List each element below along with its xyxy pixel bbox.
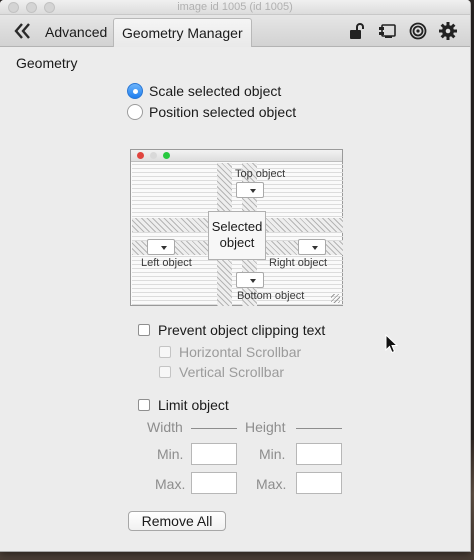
zoom-window-button[interactable] [44, 2, 55, 13]
limit-object-checkbox[interactable] [138, 399, 150, 411]
toolbar: Advanced Geometry Manager [0, 15, 470, 47]
radio-label-position: Position selected object [149, 104, 297, 120]
radio-button-selected[interactable] [127, 83, 143, 99]
top-object-popup[interactable] [236, 182, 264, 198]
display-icon[interactable] [377, 21, 397, 41]
height-min-field[interactable] [296, 443, 342, 465]
bottom-object-popup[interactable] [236, 272, 264, 288]
width-min-field[interactable] [191, 443, 237, 465]
anchor-diagram: Top object Left object Right object Bott… [130, 149, 343, 306]
mini-zoom-dot [163, 152, 170, 159]
top-object-label: Top object [235, 168, 286, 180]
width-min-label: Min. [157, 446, 184, 462]
vertical-scrollbar-checkbox-row[interactable]: Vertical Scrollbar [159, 363, 284, 381]
selected-object-label-line1: Selected [211, 219, 263, 234]
window-title: image id 1005 (id 1005) [177, 1, 293, 13]
height-max-label: Max. [256, 476, 287, 492]
minimize-window-button[interactable] [26, 2, 37, 13]
vertical-scrollbar-checkbox[interactable] [159, 366, 171, 378]
prevent-clipping-checkbox[interactable] [138, 324, 150, 336]
height-header: Height [245, 419, 286, 435]
mouse-pointer-icon [385, 333, 399, 354]
width-header: Width [147, 419, 183, 435]
limit-object-label: Limit object [158, 397, 229, 413]
unlock-icon[interactable] [347, 21, 367, 41]
horizontal-scrollbar-checkbox-row[interactable]: Horizontal Scrollbar [159, 343, 301, 361]
width-max-label: Max. [155, 476, 186, 492]
gear-icon[interactable] [438, 21, 458, 41]
double-chevron-left-icon[interactable] [12, 21, 34, 41]
selected-object-box: Selected object [208, 211, 266, 260]
mini-window-title-bar [131, 150, 342, 162]
radio-button[interactable] [127, 104, 143, 120]
right-object-label: Right object [269, 257, 328, 269]
remove-all-button[interactable]: Remove All [128, 511, 226, 531]
close-window-button[interactable] [8, 2, 19, 13]
width-max-field[interactable] [191, 472, 237, 494]
height-header-rule [296, 428, 342, 429]
horizontal-scrollbar-checkbox[interactable] [159, 346, 171, 358]
height-min-label: Min. [259, 446, 286, 462]
tab-geometry-manager[interactable]: Geometry Manager [113, 18, 252, 47]
radio-label-scale: Scale selected object [149, 83, 282, 99]
resize-grip-icon [331, 294, 340, 303]
bottom-object-label: Bottom object [237, 290, 305, 302]
radio-scale-selected-object[interactable]: Scale selected object [127, 82, 281, 100]
width-header-rule [191, 428, 237, 429]
tab-advanced[interactable]: Advanced [37, 18, 115, 47]
horizontal-scrollbar-label: Horizontal Scrollbar [179, 344, 302, 360]
vertical-scrollbar-label: Vertical Scrollbar [179, 364, 285, 380]
mini-close-dot [137, 152, 144, 159]
left-object-popup[interactable] [147, 239, 175, 255]
radio-position-selected-object[interactable]: Position selected object [127, 103, 296, 121]
left-object-label: Left object [141, 257, 192, 269]
target-icon[interactable] [408, 21, 428, 41]
limit-object-checkbox-row[interactable]: Limit object [138, 396, 229, 414]
selected-object-label-line2: object [219, 235, 255, 250]
right-object-popup[interactable] [298, 239, 326, 255]
prevent-clipping-checkbox-row[interactable]: Prevent object clipping text [138, 321, 325, 339]
height-max-field[interactable] [296, 472, 342, 494]
prevent-clipping-label: Prevent object clipping text [158, 322, 326, 338]
geometry-manager-window: image id 1005 (id 1005) Advanced Geometr… [0, 0, 471, 552]
mini-minimize-dot [150, 152, 157, 159]
title-bar: image id 1005 (id 1005) [0, 0, 470, 15]
section-title-geometry: Geometry [16, 55, 78, 71]
